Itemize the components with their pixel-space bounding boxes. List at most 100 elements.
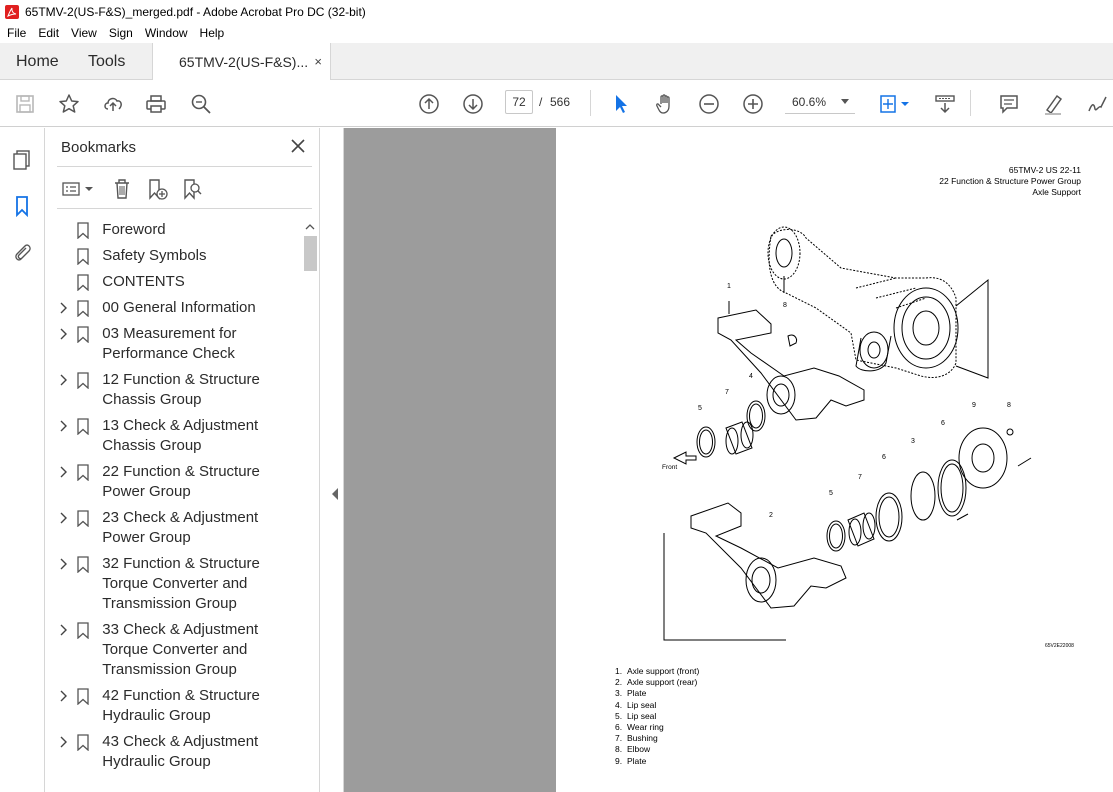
bookmark-item[interactable]: 33 Check & Adjustment Torque Converter a…	[45, 620, 303, 686]
document-canvas	[344, 128, 556, 792]
chevron-right-icon[interactable]	[55, 508, 73, 528]
scroll-up-arrow-icon[interactable]	[302, 220, 318, 234]
fit-page-icon[interactable]	[876, 91, 912, 117]
chevron-right-icon[interactable]	[55, 554, 73, 574]
bookmark-icon	[76, 732, 92, 752]
hand-icon[interactable]	[652, 91, 678, 117]
page-up-icon[interactable]	[416, 91, 442, 117]
sign-icon[interactable]	[1084, 91, 1110, 117]
zoom-out-icon[interactable]	[696, 91, 722, 117]
tab-document[interactable]: 65TMV-2(US-F&S)... ×	[152, 43, 331, 81]
bookmark-icon	[76, 554, 92, 574]
front-label: Front	[662, 464, 678, 471]
bookmark-icon	[76, 686, 92, 706]
find-bookmark-icon[interactable]	[179, 176, 205, 202]
bookmark-label: 32 Function & Structure Torque Converter…	[102, 555, 260, 612]
save-icon[interactable]	[12, 91, 38, 117]
bookmark-item[interactable]: 22 Function & Structure Power Group	[45, 462, 303, 508]
bookmark-item[interactable]: 43 Check & Adjustment Hydraulic Group	[45, 732, 303, 778]
callout-2: 2	[769, 512, 773, 519]
bookmark-label: 13 Check & Adjustment Chassis Group	[102, 417, 259, 454]
bookmark-item[interactable]: CONTENTS	[45, 272, 303, 298]
bookmark-icon	[76, 246, 92, 266]
delete-bookmark-icon[interactable]	[109, 176, 135, 202]
bookmark-list: Foreword Safety Symbols CONTENTS 00 General…	[45, 220, 303, 778]
upload-icon[interactable]	[100, 91, 126, 117]
zoom-dropdown[interactable]: 60.6%	[785, 90, 855, 114]
part-row: 4. Lip seal	[615, 700, 699, 711]
bookmark-item[interactable]: Safety Symbols	[45, 246, 303, 272]
menu-edit[interactable]: Edit	[32, 26, 65, 40]
zoom-search-icon[interactable]	[188, 91, 214, 117]
bookmark-label: Foreword	[102, 221, 166, 238]
part-number: 9.	[615, 755, 623, 766]
chevron-right-icon[interactable]	[55, 416, 73, 436]
scroll-mode-icon[interactable]	[932, 91, 958, 117]
chevron-right-icon[interactable]	[55, 686, 73, 706]
menu-window[interactable]: Window	[139, 26, 194, 40]
bookmark-item[interactable]: Foreword	[45, 220, 303, 246]
bookmark-item[interactable]: 12 Function & Structure Chassis Group	[45, 370, 303, 416]
part-row: 3. Plate	[615, 688, 699, 699]
highlight-icon[interactable]	[1040, 91, 1066, 117]
menu-sign[interactable]: Sign	[103, 26, 139, 40]
callout-6: 6	[882, 454, 886, 461]
chevron-right-icon[interactable]	[55, 298, 73, 318]
part-row: 6. Wear ring	[615, 722, 699, 733]
part-row: 1. Axle support (front)	[615, 666, 699, 677]
zoom-in-icon[interactable]	[740, 91, 766, 117]
bookmark-item[interactable]: 03 Measurement for Performance Check	[45, 324, 303, 370]
bookmark-item[interactable]: 23 Check & Adjustment Power Group	[45, 508, 303, 554]
callout-5: 5	[829, 490, 833, 497]
menu-help[interactable]: Help	[194, 26, 231, 40]
total-pages: 566	[550, 95, 571, 109]
chevron-right-icon[interactable]	[55, 620, 73, 640]
current-page-input[interactable]: 72	[505, 90, 533, 114]
attachment-icon[interactable]	[10, 240, 34, 264]
comment-icon[interactable]	[996, 91, 1022, 117]
panel-splitter[interactable]	[320, 128, 344, 792]
star-icon[interactable]	[56, 91, 82, 117]
chevron-right-icon[interactable]	[55, 462, 73, 482]
collapse-panel-icon[interactable]	[331, 488, 339, 500]
page-down-icon[interactable]	[460, 91, 486, 117]
bookmark-panel-icon[interactable]	[10, 194, 34, 218]
chevron-right-icon[interactable]	[55, 370, 73, 390]
part-name: Axle support (rear)	[627, 677, 698, 688]
bookmark-item[interactable]: 32 Function & Structure Torque Converter…	[45, 554, 303, 620]
new-bookmark-icon[interactable]	[144, 176, 170, 202]
bookmarks-toolbar	[45, 174, 320, 204]
menu-bar: File Edit View Sign Window Help	[0, 23, 1113, 43]
figure-code: 65V2E22008	[1045, 643, 1074, 649]
scrollbar-thumb[interactable]	[304, 236, 317, 271]
bookmark-icon	[76, 508, 92, 528]
select-arrow-icon[interactable]	[608, 91, 634, 117]
bookmarks-panel: Bookmarks Foreword Safety Symbols CONTENTS…	[45, 128, 320, 792]
print-icon[interactable]	[143, 91, 169, 117]
part-name: Lip seal	[627, 699, 657, 710]
chevron-right-icon[interactable]	[55, 324, 73, 344]
bookmark-item[interactable]: 13 Check & Adjustment Chassis Group	[45, 416, 303, 462]
close-panel-icon[interactable]	[289, 137, 307, 155]
page-thumbnails-icon[interactable]	[10, 148, 34, 172]
menu-view[interactable]: View	[65, 26, 103, 40]
tab-home[interactable]: Home	[16, 43, 59, 80]
bookmark-label: CONTENTS	[102, 273, 185, 290]
bookmark-options-icon[interactable]	[61, 176, 97, 202]
bookmark-item[interactable]: 42 Function & Structure Hydraulic Group	[45, 686, 303, 732]
callout-8: 8	[1007, 402, 1011, 409]
close-tab-icon[interactable]: ×	[314, 54, 322, 69]
bookmark-icon	[76, 462, 92, 482]
part-number: 8.	[615, 744, 623, 755]
chevron-right-icon[interactable]	[55, 732, 73, 752]
callout-3: 3	[911, 438, 915, 445]
callout-4: 4	[749, 373, 753, 380]
part-row: 5. Lip seal	[615, 711, 699, 722]
menu-file[interactable]: File	[0, 26, 32, 40]
part-name: Axle support (front)	[627, 666, 700, 676]
bookmark-item[interactable]: 00 General Information	[45, 298, 303, 324]
tab-tools[interactable]: Tools	[88, 43, 125, 80]
bookmark-scrollbar[interactable]	[302, 218, 318, 792]
